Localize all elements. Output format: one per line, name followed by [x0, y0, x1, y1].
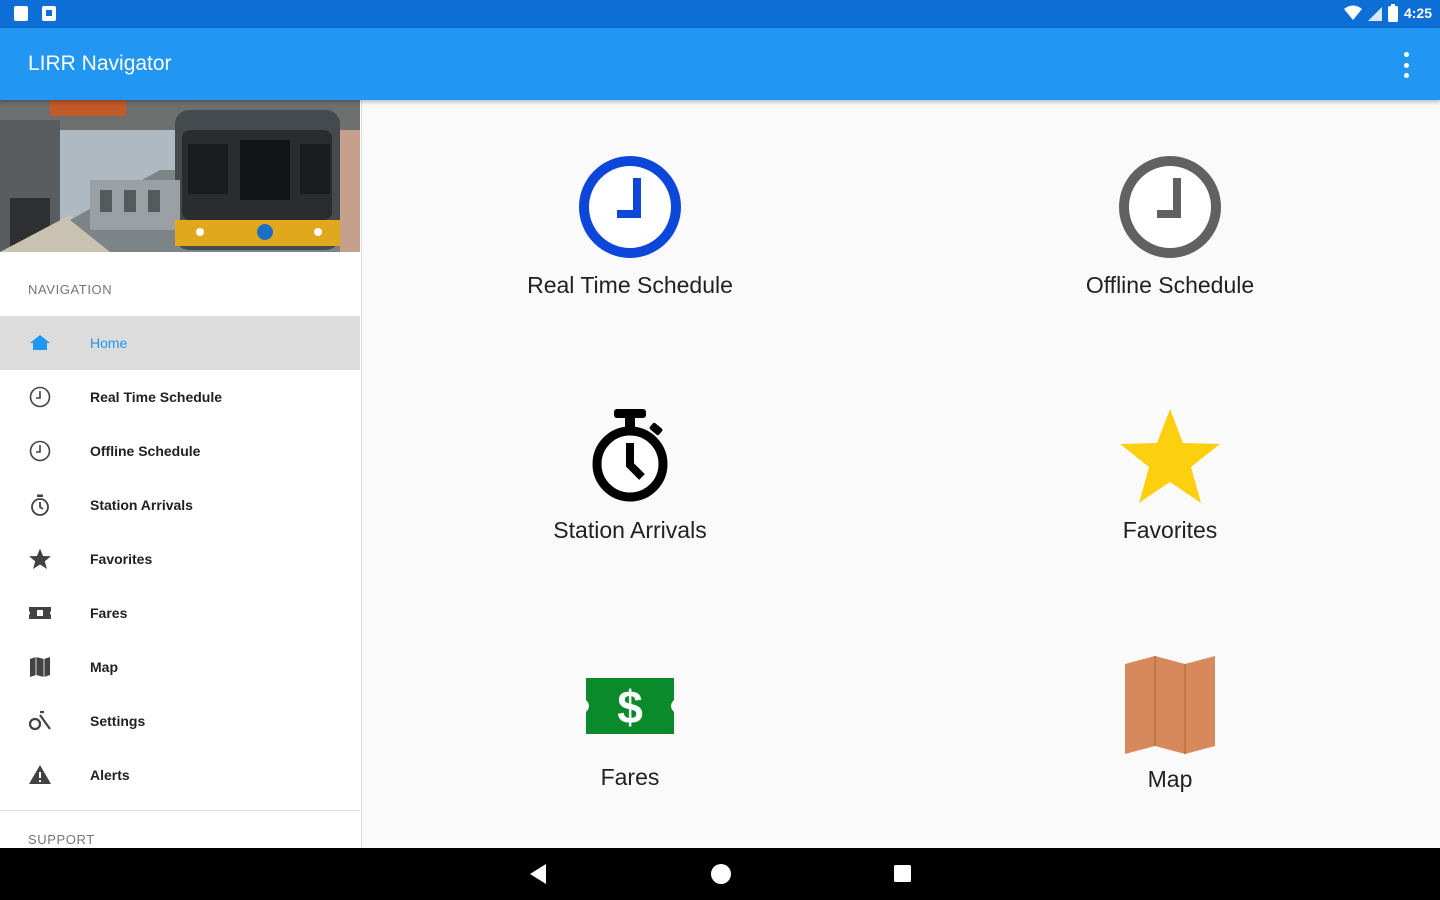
stopwatch-icon [592, 409, 668, 502]
drawer-item-station-arrivals[interactable]: Station Arrivals [0, 478, 360, 532]
back-icon[interactable] [528, 862, 548, 886]
clock-icon [579, 156, 681, 258]
tile-label: Fares [600, 764, 660, 790]
overflow-dot-icon [1403, 73, 1409, 78]
drawer-item-label: Home [90, 335, 128, 351]
overflow-dot-icon [1403, 52, 1409, 57]
home-icon [30, 335, 50, 350]
notification-icon [42, 6, 56, 21]
map-icon [30, 657, 50, 677]
svg-text:$: $ [617, 681, 643, 733]
drawer-item-label: Map [90, 659, 118, 675]
tile-label: Offline Schedule [1085, 272, 1255, 298]
status-time: 4:25 [1403, 5, 1432, 21]
drawer-header-train-photo [0, 100, 360, 252]
drawer-item-fares[interactable]: Fares [0, 586, 360, 640]
star-icon [29, 548, 51, 569]
app-bar: LIRR Navigator [0, 28, 1440, 100]
drawer-item-label: Favorites [90, 551, 153, 567]
section-header-support: SUPPORT [28, 832, 95, 847]
tile-offline-schedule[interactable]: Offline Schedule [900, 100, 1440, 340]
recents-icon[interactable] [892, 862, 912, 886]
clock-icon [1119, 156, 1221, 258]
ticket-icon [29, 607, 51, 619]
tile-label: Favorites [1122, 517, 1218, 543]
overflow-menu-button[interactable] [1394, 52, 1418, 78]
drawer-item-settings[interactable]: Settings [0, 694, 360, 748]
drawer-item-label: Fares [90, 605, 128, 621]
warning-icon [29, 765, 51, 784]
drawer-item-map[interactable]: Map [0, 640, 360, 694]
drawer-item-label: Settings [90, 713, 146, 729]
tile-fares[interactable]: $ Fares [360, 590, 900, 830]
section-header-navigation: NAVIGATION [28, 282, 113, 297]
drawer-item-label: Alerts [90, 767, 130, 783]
home-button-icon[interactable] [710, 862, 732, 886]
clock-icon [29, 440, 51, 462]
status-bar: 4:25 [0, 0, 1440, 28]
clock-icon [29, 386, 51, 408]
drawer-item-label: Real Time Schedule [90, 389, 223, 405]
tile-label: Map [1147, 766, 1193, 792]
sim-card-icon [14, 6, 28, 21]
navigation-drawer: NAVIGATION Home Real Time Schedule Offli… [0, 100, 362, 848]
tile-real-time-schedule[interactable]: Real Time Schedule [360, 100, 900, 340]
app-title: LIRR Navigator [28, 52, 172, 75]
drawer-item-home[interactable]: Home [0, 316, 360, 370]
overflow-dot-icon [1403, 62, 1409, 68]
signal-icon [1367, 7, 1382, 21]
battery-icon [1387, 4, 1398, 22]
drawer-item-offline-schedule[interactable]: Offline Schedule [0, 424, 360, 478]
system-navigation-bar [0, 848, 1440, 900]
stopwatch-icon [31, 494, 49, 516]
drawer-item-real-time-schedule[interactable]: Real Time Schedule [0, 370, 360, 424]
tile-label: Real Time Schedule [527, 272, 733, 298]
tile-label: Station Arrivals [553, 517, 707, 543]
star-icon [1120, 409, 1220, 503]
drawer-item-favorites[interactable]: Favorites [0, 532, 360, 586]
drawer-item-alerts[interactable]: Alerts [0, 748, 360, 802]
drawer-item-label: Station Arrivals [90, 497, 193, 513]
settings-icon [28, 710, 51, 731]
tile-station-arrivals[interactable]: Station Arrivals [360, 345, 900, 585]
wifi-icon [1343, 5, 1362, 20]
tile-map[interactable]: Map [900, 590, 1440, 830]
map-icon [1125, 656, 1215, 754]
drawer-item-label: Offline Schedule [90, 443, 201, 459]
ticket-dollar-icon: $ [586, 678, 674, 734]
tile-favorites[interactable]: Favorites [900, 345, 1440, 585]
drawer-divider [0, 810, 360, 811]
